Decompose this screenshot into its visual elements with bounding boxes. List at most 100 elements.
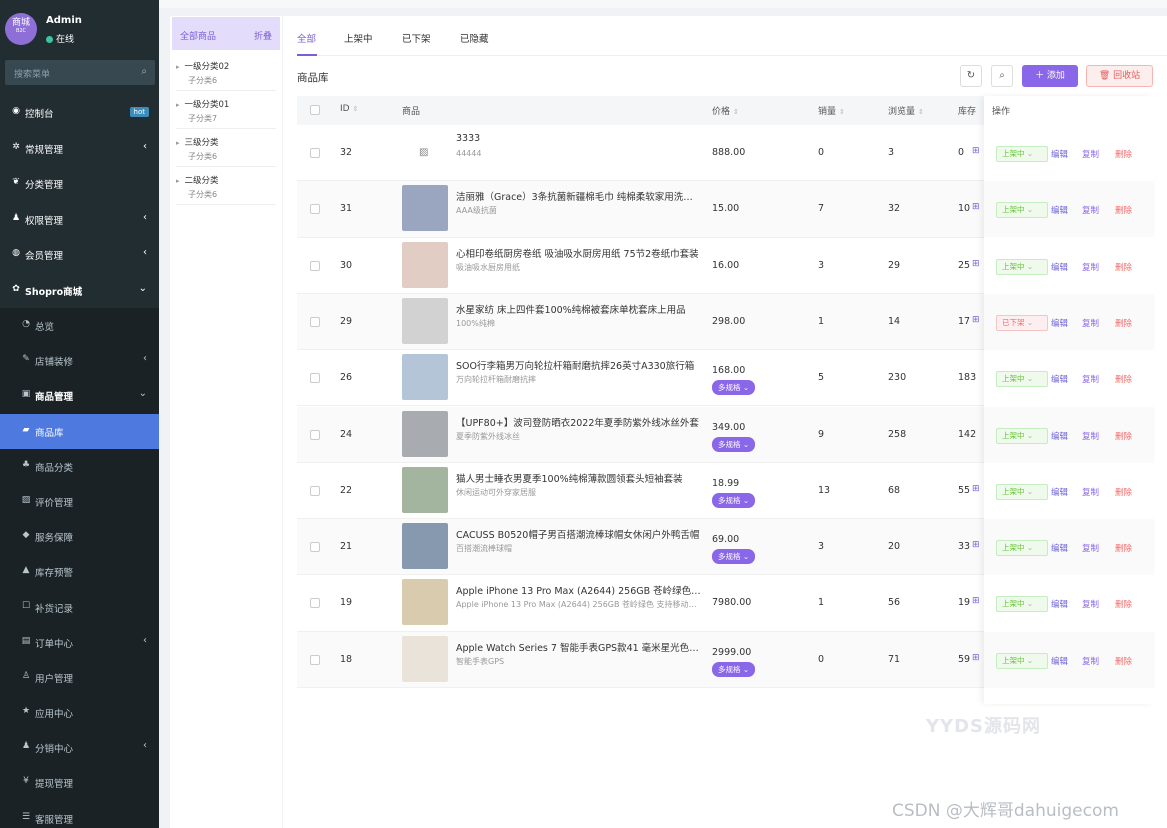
- sort-icon[interactable]: ⇕: [918, 108, 924, 116]
- select-all-checkbox[interactable]: [310, 105, 320, 115]
- product-thumbnail[interactable]: [402, 523, 448, 570]
- caret-right-icon[interactable]: ▸: [176, 101, 180, 109]
- product-name[interactable]: 水星家纺 床上四件套100%纯棉被套床单枕套床上用品: [456, 302, 701, 316]
- product-name[interactable]: 心相印卷纸厨房卷纸 吸油吸水厨房用纸 75节2卷纸巾套装: [456, 246, 701, 260]
- tab-0[interactable]: 全部: [297, 31, 316, 45]
- col-views[interactable]: 浏览量 ⇕: [888, 104, 924, 117]
- product-name[interactable]: 【UPF80+】波司登防晒衣2022年夏季防紫外线冰丝外套: [456, 415, 701, 429]
- col-price[interactable]: 价格 ⇕: [712, 104, 739, 117]
- sort-icon[interactable]: ⇕: [733, 108, 739, 116]
- delete-button[interactable]: 删除: [1115, 655, 1132, 667]
- stock-edit-icon[interactable]: ⊞: [972, 540, 980, 550]
- product-name[interactable]: SOO行李箱男万向轮拉杆箱耐磨抗摔26英寸A330旅行箱: [456, 358, 701, 372]
- tab-1[interactable]: 上架中: [344, 31, 373, 45]
- status-dropdown[interactable]: 上架中 ⌄: [996, 540, 1048, 557]
- sidebar-item-13[interactable]: ▲ 库存预警: [0, 554, 159, 590]
- delete-button[interactable]: 删除: [1115, 261, 1132, 273]
- sidebar-item-1[interactable]: ✲ 常规管理 ‹: [0, 131, 159, 167]
- caret-right-icon[interactable]: ▸: [176, 139, 180, 147]
- multi-spec-badge[interactable]: 多规格 ⌄: [712, 661, 756, 677]
- sidebar-item-3[interactable]: ♟ 权限管理 ‹: [0, 202, 159, 238]
- copy-button[interactable]: 复制: [1082, 598, 1099, 610]
- multi-spec-badge[interactable]: 多规格 ⌄: [712, 492, 756, 508]
- multi-spec-badge[interactable]: 多规格 ⌄: [712, 436, 756, 452]
- caret-right-icon[interactable]: ▸: [176, 177, 180, 185]
- sidebar-item-17[interactable]: ★ 应用中心: [0, 695, 159, 731]
- product-thumbnail[interactable]: [402, 297, 448, 344]
- status-dropdown[interactable]: 已下架 ⌄: [996, 314, 1048, 331]
- row-checkbox[interactable]: [310, 429, 320, 440]
- product-thumbnail[interactable]: [402, 241, 448, 288]
- row-checkbox[interactable]: [310, 485, 320, 496]
- product-name[interactable]: Apple iPhone 13 Pro Max (A2644) 256GB 苍岭…: [456, 583, 701, 597]
- copy-button[interactable]: 复制: [1082, 655, 1099, 667]
- stock-edit-icon[interactable]: ⊞: [972, 146, 980, 156]
- sidebar-item-18[interactable]: ♟ 分销中心 ‹: [0, 730, 159, 766]
- delete-button[interactable]: 删除: [1115, 598, 1132, 610]
- product-thumbnail[interactable]: [402, 579, 448, 626]
- sidebar-item-7[interactable]: ✎ 店铺装修 ‹: [0, 343, 159, 379]
- status-dropdown[interactable]: 上架中 ⌄: [996, 258, 1048, 275]
- delete-button[interactable]: 删除: [1115, 430, 1132, 442]
- sort-icon[interactable]: ⇕: [353, 105, 359, 113]
- multi-spec-badge[interactable]: 多规格 ⌄: [712, 549, 756, 565]
- copy-button[interactable]: 复制: [1082, 204, 1099, 216]
- copy-button[interactable]: 复制: [1082, 542, 1099, 554]
- delete-button[interactable]: 删除: [1115, 148, 1132, 160]
- sidebar-item-16[interactable]: ♙ 用户管理: [0, 659, 159, 696]
- stock-edit-icon[interactable]: ⊞: [972, 653, 980, 663]
- all-goods-label[interactable]: 全部商品: [180, 29, 216, 42]
- product-name[interactable]: CACUSS B0520帽子男百搭潮流棒球帽女休闲户外鸭舌帽: [456, 527, 701, 541]
- row-checkbox[interactable]: [310, 316, 320, 327]
- edit-button[interactable]: 编辑: [1051, 542, 1068, 554]
- status-dropdown[interactable]: 上架中 ⌄: [996, 596, 1048, 613]
- row-checkbox[interactable]: [310, 542, 320, 553]
- edit-button[interactable]: 编辑: [1051, 261, 1068, 273]
- status-dropdown[interactable]: 上架中 ⌄: [996, 427, 1048, 444]
- delete-button[interactable]: 删除: [1115, 317, 1132, 329]
- sidebar-item-0[interactable]: ◉ 控制台 hot: [0, 95, 159, 131]
- edit-button[interactable]: 编辑: [1051, 317, 1068, 329]
- copy-button[interactable]: 复制: [1082, 430, 1099, 442]
- delete-button[interactable]: 删除: [1115, 486, 1132, 498]
- status-dropdown[interactable]: 上架中 ⌄: [996, 371, 1048, 388]
- copy-button[interactable]: 复制: [1082, 486, 1099, 498]
- recycle-bin-button[interactable]: 🗑︎ 回收站: [1086, 65, 1153, 87]
- product-thumbnail[interactable]: [402, 466, 448, 513]
- sidebar-item-6[interactable]: ◔ 总览: [0, 308, 159, 344]
- category-item[interactable]: ▸ 一级分类01 子分类7: [176, 92, 276, 129]
- collapse-button[interactable]: 折叠: [254, 29, 272, 42]
- sidebar-item-15[interactable]: ▤ 订单中心 ‹: [0, 624, 159, 660]
- menu-search-input[interactable]: 搜索菜单 ⌕: [5, 60, 155, 85]
- row-checkbox[interactable]: [310, 373, 320, 384]
- category-item[interactable]: ▸ 二级分类 子分类6: [176, 168, 276, 205]
- status-dropdown[interactable]: 上架中 ⌄: [996, 652, 1048, 669]
- tab-3[interactable]: 已隐藏: [460, 31, 489, 45]
- status-dropdown[interactable]: 上架中 ⌄: [996, 146, 1048, 162]
- row-checkbox[interactable]: [310, 654, 320, 665]
- search-button[interactable]: ⌕: [991, 65, 1013, 87]
- category-header[interactable]: 全部商品 折叠: [172, 17, 280, 50]
- copy-button[interactable]: 复制: [1082, 261, 1099, 273]
- sidebar-item-2[interactable]: ❦ 分类管理: [0, 166, 159, 202]
- product-name[interactable]: 洁丽雅（Grace）3条抗菌新疆棉毛巾 纯棉柔软家用洗脸巾: [456, 189, 701, 203]
- category-item[interactable]: ▸ 一级分类02 子分类6: [176, 54, 276, 91]
- edit-button[interactable]: 编辑: [1051, 204, 1068, 216]
- copy-button[interactable]: 复制: [1082, 373, 1099, 385]
- sidebar-item-14[interactable]: ☐ 补货记录: [0, 589, 159, 625]
- copy-button[interactable]: 复制: [1082, 148, 1099, 160]
- product-thumbnail[interactable]: [402, 635, 448, 682]
- sidebar-item-19[interactable]: ¥ 提现管理: [0, 765, 159, 801]
- row-checkbox[interactable]: [310, 204, 320, 215]
- sidebar-item-20[interactable]: ☰ 客服管理: [0, 800, 159, 828]
- row-checkbox[interactable]: [310, 148, 320, 158]
- sidebar-item-12[interactable]: ◆ 服务保障: [0, 519, 159, 555]
- stock-edit-icon[interactable]: ⊞: [972, 315, 980, 325]
- product-thumbnail[interactable]: [402, 354, 448, 401]
- multi-spec-badge[interactable]: 多规格 ⌄: [712, 380, 756, 396]
- avatar[interactable]: 商城 B2C: [5, 13, 37, 45]
- sort-icon[interactable]: ⇕: [839, 108, 845, 116]
- sidebar-item-11[interactable]: ▨ 评价管理: [0, 483, 159, 520]
- status-dropdown[interactable]: 上架中 ⌄: [996, 483, 1048, 500]
- sidebar-item-10[interactable]: ♣ 商品分类: [0, 448, 159, 484]
